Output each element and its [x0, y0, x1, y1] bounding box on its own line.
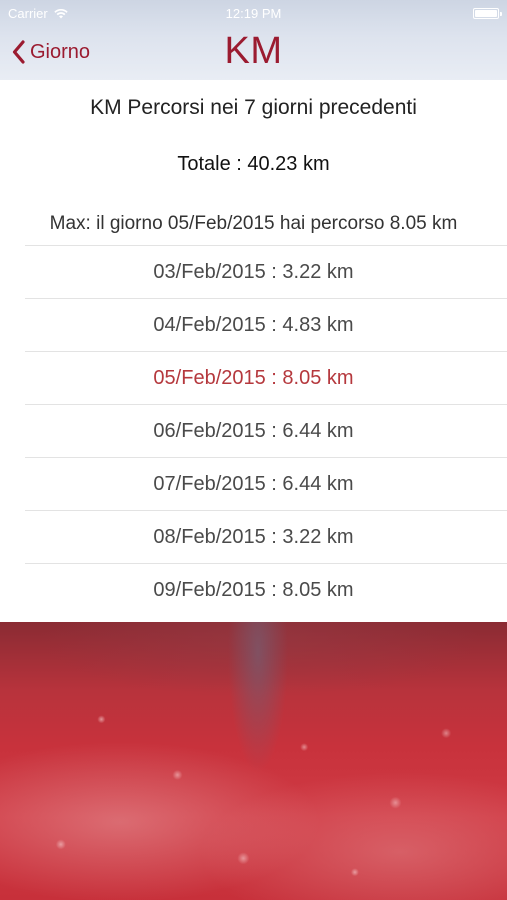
day-row[interactable]: 06/Feb/2015 : 6.44 km	[25, 404, 507, 457]
day-row[interactable]: 03/Feb/2015 : 3.22 km	[25, 245, 507, 298]
status-time: 12:19 PM	[225, 6, 282, 21]
navigation-bar: Carrier 12:19 PM Giorno KM	[0, 0, 507, 80]
day-label: 08/Feb/2015 : 3.22 km	[153, 525, 354, 548]
day-row[interactable]: 07/Feb/2015 : 6.44 km	[25, 457, 507, 510]
battery-icon	[473, 8, 502, 19]
day-label: 06/Feb/2015 : 6.44 km	[153, 419, 354, 442]
max-day: Max: il giorno 05/Feb/2015 hai percorso …	[49, 213, 458, 234]
day-label: 04/Feb/2015 : 4.83 km	[153, 313, 354, 336]
summary-heading: KM Percorsi nei 7 giorni precedenti	[90, 96, 417, 119]
status-bar: Carrier 12:19 PM	[0, 0, 507, 28]
day-label: 05/Feb/2015 : 8.05 km	[153, 366, 354, 389]
km-summary: KM Percorsi nei 7 giorni precedenti Tota…	[0, 80, 507, 622]
day-label: 09/Feb/2015 : 8.05 km	[153, 578, 354, 601]
day-label: 03/Feb/2015 : 3.22 km	[153, 260, 354, 283]
day-label: 07/Feb/2015 : 6.44 km	[153, 472, 354, 495]
day-list: 03/Feb/2015 : 3.22 km 04/Feb/2015 : 4.83…	[25, 245, 507, 616]
day-row[interactable]: 04/Feb/2015 : 4.83 km	[25, 298, 507, 351]
total-km: Totale : 40.23 km	[177, 153, 330, 175]
day-row[interactable]: 08/Feb/2015 : 3.22 km	[25, 510, 507, 563]
km-screen: Carrier 12:19 PM Giorno KM KM Percorsi n…	[0, 0, 507, 900]
page-title: KM	[224, 30, 283, 72]
day-row[interactable]: 09/Feb/2015 : 8.05 km	[25, 563, 507, 616]
day-row[interactable]: 05/Feb/2015 : 8.05 km	[25, 351, 507, 404]
flower-field-texture	[0, 622, 507, 900]
background-photo	[0, 622, 507, 900]
